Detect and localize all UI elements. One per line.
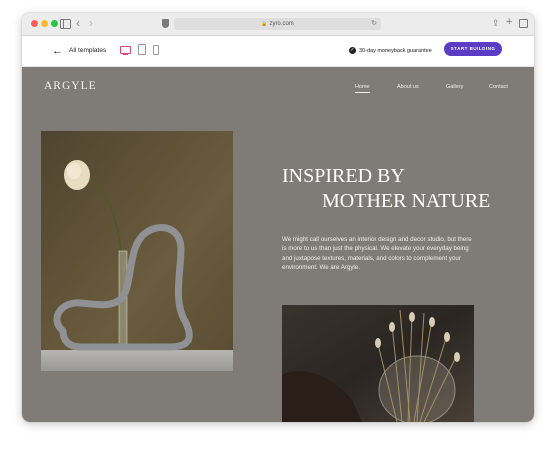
shield-icon[interactable] bbox=[162, 19, 169, 28]
desktop-icon[interactable] bbox=[120, 46, 131, 55]
hero-heading-line-1: INSPIRED BY bbox=[282, 165, 405, 187]
reload-icon[interactable]: ↻ bbox=[371, 18, 377, 30]
browser-toolbar: ‹ › 🔒 zyro.com ↻ ⇪ + bbox=[22, 13, 534, 36]
browser-window: ‹ › 🔒 zyro.com ↻ ⇪ + ← All templates ✓ 30… bbox=[22, 13, 534, 422]
nav-about-us[interactable]: About us bbox=[397, 83, 419, 91]
vase-photo bbox=[41, 131, 233, 371]
nav-home[interactable]: Home bbox=[355, 83, 370, 93]
share-icon[interactable]: ⇪ bbox=[492, 17, 500, 30]
hero-heading: INSPIRED BY MOTHER NATURE bbox=[282, 164, 512, 214]
plus-icon[interactable]: + bbox=[506, 16, 512, 29]
close-window-button[interactable] bbox=[31, 20, 38, 27]
tablet-icon[interactable] bbox=[138, 44, 146, 55]
check-circle-icon: ✓ bbox=[349, 47, 356, 54]
mobile-icon[interactable] bbox=[153, 45, 159, 55]
minimize-window-button[interactable] bbox=[41, 20, 48, 27]
sidebar-icon[interactable] bbox=[60, 19, 71, 29]
lock-icon: 🔒 bbox=[261, 21, 268, 27]
forward-icon[interactable]: › bbox=[89, 16, 93, 30]
url-text: zyro.com bbox=[269, 21, 294, 27]
start-building-button[interactable]: START BUILDING bbox=[444, 42, 502, 56]
hero-heading-line-2: MOTHER NATURE bbox=[322, 190, 491, 212]
builder-toolbar: ← All templates ✓ 30-day moneyback guara… bbox=[22, 36, 534, 67]
nav-gallery[interactable]: Gallery bbox=[446, 83, 463, 91]
guarantee-text: 30-day moneyback guarantee bbox=[359, 48, 432, 54]
address-bar[interactable]: 🔒 zyro.com ↻ bbox=[174, 18, 381, 30]
all-templates-link[interactable]: All templates bbox=[69, 45, 106, 57]
tabs-icon[interactable] bbox=[519, 19, 528, 28]
site-preview: ARGYLE Home About us Gallery Contact INS… bbox=[22, 67, 534, 422]
maximize-window-button[interactable] bbox=[51, 20, 58, 27]
intro-paragraph: We might call ourselves an interior desi… bbox=[282, 236, 472, 271]
flowers-photo bbox=[282, 305, 474, 422]
arrow-left-icon[interactable]: ← bbox=[52, 44, 63, 58]
nav-contact[interactable]: Contact bbox=[489, 83, 508, 91]
back-icon[interactable]: ‹ bbox=[76, 16, 80, 30]
site-logo[interactable]: ARGYLE bbox=[44, 80, 97, 92]
